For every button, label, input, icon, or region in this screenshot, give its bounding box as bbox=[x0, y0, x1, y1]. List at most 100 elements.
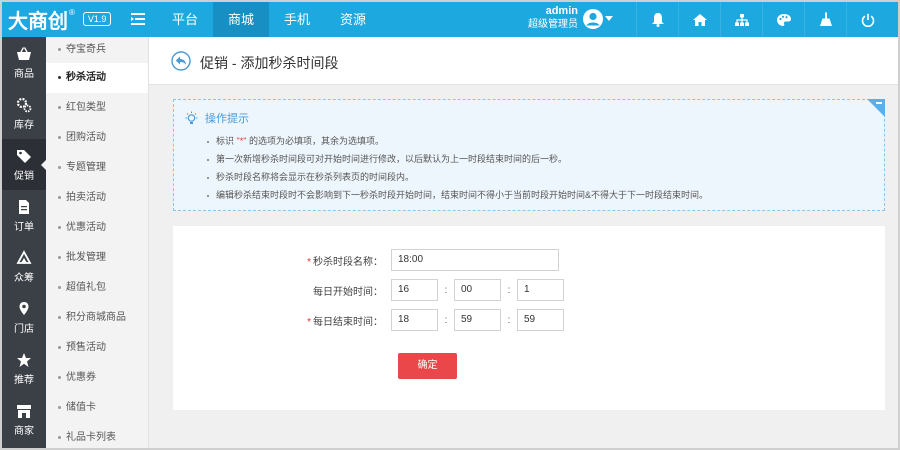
palette-icon bbox=[776, 13, 791, 26]
order-icon bbox=[19, 199, 29, 214]
colon: : bbox=[507, 284, 511, 296]
avatar-icon[interactable] bbox=[582, 8, 604, 30]
sub-item-discount[interactable]: 优惠活动 bbox=[46, 213, 148, 243]
sub-item-label: 预售活动 bbox=[66, 342, 106, 353]
sidebar-item-recommend[interactable]: 推荐 bbox=[2, 343, 46, 394]
sub-item-label: 积分商城商品 bbox=[66, 312, 126, 323]
top-bar: 大商创 ® V1.9 平台 商城 手机 资源 admin 超级管理员 bbox=[2, 2, 898, 37]
sub-item-label: 专题管理 bbox=[66, 162, 106, 173]
sidebar-item-stores[interactable]: 门店 bbox=[2, 292, 46, 343]
broom-icon bbox=[819, 12, 832, 26]
nav-tab-platform[interactable]: 平台 bbox=[157, 2, 213, 37]
sub-item-label: 批发管理 bbox=[66, 252, 106, 263]
power-icon bbox=[861, 13, 874, 27]
sidebar-item-goods[interactable]: 商品 bbox=[2, 37, 46, 88]
bullet-icon bbox=[58, 195, 61, 199]
user-info[interactable]: admin 超级管理员 bbox=[518, 5, 578, 35]
basket-icon bbox=[17, 46, 31, 60]
sub-item-coupon[interactable]: 优惠券 bbox=[46, 363, 148, 393]
chevron-down-icon[interactable] bbox=[605, 16, 613, 22]
sidebar-item-label: 促销 bbox=[14, 170, 34, 182]
tip-text: 标识 bbox=[216, 136, 235, 146]
star-icon bbox=[17, 352, 31, 367]
sub-item-bonus-type[interactable]: 红包类型 bbox=[46, 93, 148, 123]
page-title: 促销 - 添加秒杀时间段 bbox=[200, 55, 339, 71]
sidebar-item-label: 商家 bbox=[14, 425, 34, 437]
crowdfund-icon bbox=[16, 249, 32, 264]
sub-item-label: 优惠券 bbox=[66, 372, 96, 383]
menu-toggle-icon[interactable] bbox=[130, 11, 146, 27]
main-sidebar: 商品 库存 促销 订单 众筹 门店 推荐 商家 bbox=[2, 37, 47, 448]
bullet-icon bbox=[58, 105, 61, 109]
bullet-icon bbox=[58, 405, 61, 409]
tip-text: 编辑秒杀结束时段时不会影响到下一秒杀时段开始时间，结束时间不得小于当前时段开始时… bbox=[216, 190, 709, 200]
end-label: * 每日结束时间： bbox=[307, 316, 383, 328]
sub-item-topic[interactable]: 专题管理 bbox=[46, 153, 148, 183]
main-content: 促销 - 添加秒杀时间段 操作提示 标识 "*" 的选项为必填项，其余为选填项。… bbox=[149, 37, 898, 448]
home-button[interactable] bbox=[678, 2, 720, 37]
end-second-input[interactable]: 59 bbox=[517, 309, 564, 331]
sub-item-stored-card[interactable]: 储值卡 bbox=[46, 393, 148, 423]
tip-text: 秒杀时段名称将会显示在秒杀列表页的时间段内。 bbox=[216, 172, 415, 182]
sub-item-seckill[interactable]: 秒杀活动 bbox=[46, 63, 148, 93]
sitemap-button[interactable] bbox=[720, 2, 762, 37]
sub-item-package[interactable]: 超值礼包 bbox=[46, 273, 148, 303]
bullet-icon bbox=[58, 165, 61, 169]
sub-item-label: 秒杀活动 bbox=[66, 72, 106, 83]
logo-text: 大商创 bbox=[8, 8, 68, 33]
sidebar-item-label: 门店 bbox=[14, 323, 34, 335]
version-badge: V1.9 bbox=[82, 12, 112, 26]
bell-button[interactable] bbox=[636, 2, 678, 37]
logo[interactable]: 大商创 ® V1.9 bbox=[8, 5, 112, 33]
sub-item-label: 夺宝奇兵 bbox=[66, 44, 106, 55]
bullet-icon bbox=[58, 435, 61, 439]
back-arrow-icon[interactable] bbox=[171, 51, 191, 71]
tip-text: 的选项为必填项，其余为选填项。 bbox=[248, 136, 384, 146]
end-minute-input[interactable]: 59 bbox=[454, 309, 501, 331]
sub-item-wholesale[interactable]: 批发管理 bbox=[46, 243, 148, 273]
sidebar-item-merchants[interactable]: 商家 bbox=[2, 394, 46, 445]
sub-item-points-mall[interactable]: 积分商城商品 bbox=[46, 303, 148, 333]
bullet-icon bbox=[58, 135, 61, 139]
sub-item-auction[interactable]: 拍卖活动 bbox=[46, 183, 148, 213]
confirm-button[interactable]: 确定 bbox=[398, 353, 457, 379]
start-second-input[interactable]: 1 bbox=[517, 279, 564, 301]
top-nav: 平台 商城 手机 资源 bbox=[157, 2, 381, 37]
form-row-start: 每日开始时间： 16 : 00 : 1 bbox=[173, 279, 564, 301]
sidebar-item-promotion[interactable]: 促销 bbox=[2, 139, 47, 190]
start-hour-input[interactable]: 16 bbox=[391, 279, 438, 301]
colon: : bbox=[444, 314, 448, 326]
nav-tab-resources[interactable]: 资源 bbox=[325, 2, 381, 37]
theme-button[interactable] bbox=[762, 2, 804, 37]
name-label: * 秒杀时段名称： bbox=[307, 256, 383, 268]
sidebar-item-label: 库存 bbox=[14, 119, 34, 131]
bullet-icon bbox=[58, 315, 61, 319]
sub-item-gift-card[interactable]: 礼品卡列表 bbox=[46, 423, 148, 448]
tips-list: 标识 "*" 的选项为必填项，其余为选填项。 第一次新增秒杀时间段可对开始时间进… bbox=[207, 132, 708, 204]
minus-icon bbox=[876, 102, 882, 104]
sub-item-presale[interactable]: 预售活动 bbox=[46, 333, 148, 363]
colon: : bbox=[444, 284, 448, 296]
nav-tab-mall[interactable]: 商城 bbox=[213, 2, 269, 37]
start-minute-input[interactable]: 00 bbox=[454, 279, 501, 301]
nav-tab-mobile[interactable]: 手机 bbox=[269, 2, 325, 37]
sub-sidebar: 夺宝奇兵 秒杀活动 红包类型 团购活动 专题管理 拍卖活动 优惠活动 批发管理 … bbox=[46, 37, 149, 448]
tags-icon bbox=[17, 149, 31, 163]
end-hour-input[interactable]: 18 bbox=[391, 309, 438, 331]
sidebar-item-label: 推荐 bbox=[14, 374, 34, 386]
required-mark: * bbox=[307, 256, 311, 268]
required-mark: * bbox=[307, 316, 311, 328]
colon: : bbox=[507, 314, 511, 326]
sidebar-item-label: 订单 bbox=[14, 221, 34, 233]
sub-item-label: 团购活动 bbox=[66, 132, 106, 143]
form-row-end: * 每日结束时间： 18 : 59 : 59 bbox=[173, 309, 564, 331]
logout-button[interactable] bbox=[846, 2, 888, 37]
sidebar-item-inventory[interactable]: 库存 bbox=[2, 88, 46, 139]
name-input[interactable]: 18:00 bbox=[391, 249, 559, 271]
sidebar-item-orders[interactable]: 订单 bbox=[2, 190, 46, 241]
clear-cache-button[interactable] bbox=[804, 2, 846, 37]
sub-item-group-buy[interactable]: 团购活动 bbox=[46, 123, 148, 153]
app-frame: 大商创 ® V1.9 平台 商城 手机 资源 admin 超级管理员 商品 库存… bbox=[0, 0, 900, 450]
sub-item-treasure[interactable]: 夺宝奇兵 bbox=[46, 37, 148, 63]
sidebar-item-crowdfunding[interactable]: 众筹 bbox=[2, 241, 46, 292]
